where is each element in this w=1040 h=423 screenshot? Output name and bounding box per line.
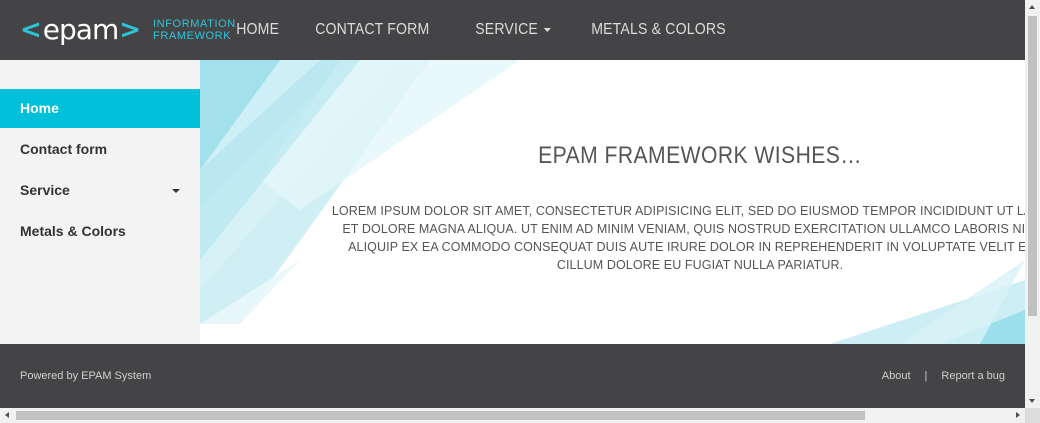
scrollbar-corner: [1025, 408, 1040, 423]
footer-separator: |: [924, 370, 928, 382]
nav-item-label: METALS & COLORS: [591, 21, 726, 38]
caret-down-icon: [543, 28, 551, 32]
footer-powered-by: Powered by EPAM System: [20, 370, 152, 382]
sidebar-item-label: Service: [20, 182, 70, 198]
vertical-scrollbar[interactable]: [1025, 0, 1040, 408]
sidebar-item-home[interactable]: Home: [0, 89, 200, 128]
scroll-up-icon[interactable]: [1029, 5, 1035, 9]
main-content: EPAM FRAMEWORK WISHES… LOREM IPSUM DOLOR…: [200, 60, 1025, 344]
page: < epam > INFORMATION FRAMEWORK HOME CONT…: [0, 0, 1040, 423]
sidebar-item-metals-colors[interactable]: Metals & Colors: [0, 212, 200, 251]
nav-item-label: HOME: [236, 21, 280, 38]
sidebar-item-service[interactable]: Service: [0, 171, 200, 210]
scroll-right-icon[interactable]: [1016, 412, 1020, 418]
footer-links: About | Report a bug: [882, 368, 1005, 384]
vertical-scroll-thumb[interactable]: [1028, 16, 1037, 316]
caret-down-icon: [172, 189, 180, 193]
logo-mark: < epam >: [20, 12, 141, 48]
horizontal-scrollbar[interactable]: [0, 408, 1025, 423]
sidebar-item-label: Contact form: [20, 141, 108, 157]
sidebar-item-label: Metals & Colors: [20, 223, 126, 239]
header: < epam > INFORMATION FRAMEWORK HOME CONT…: [0, 0, 1025, 60]
sidebar: Home Contact form Service Metals & Color…: [0, 60, 200, 344]
nav-item-service[interactable]: SERVICE: [462, 0, 564, 60]
epam-logo[interactable]: < epam > INFORMATION FRAMEWORK: [20, 12, 236, 48]
nav-item-contact-form[interactable]: CONTACT FORM: [302, 0, 443, 60]
footer: Powered by EPAM System About | Report a …: [0, 344, 1025, 408]
horizontal-scroll-thumb[interactable]: [16, 411, 865, 420]
scroll-down-icon[interactable]: [1029, 399, 1035, 403]
nav-item-home[interactable]: HOME: [223, 0, 292, 60]
logo-left-bracket-icon: <: [20, 15, 42, 45]
sidebar-item-label: Home: [20, 100, 59, 116]
nav-item-metals-colors[interactable]: METALS & COLORS: [578, 0, 739, 60]
footer-link-report-bug[interactable]: Report a bug: [941, 368, 1005, 384]
sidebar-item-contact-form[interactable]: Contact form: [0, 130, 200, 169]
nav-item-label: SERVICE: [474, 21, 538, 38]
nav-item-label: CONTACT FORM: [315, 21, 430, 38]
footer-link-about[interactable]: About: [882, 368, 911, 384]
page-title: EPAM FRAMEWORK WISHES…: [538, 142, 862, 169]
main-text: LOREM IPSUM DOLOR SIT AMET, CONSECTETUR …: [331, 204, 1025, 272]
logo-word: epam: [42, 13, 119, 46]
top-nav: HOME CONTACT FORM SERVICE METALS & COLOR…: [223, 0, 761, 60]
scroll-left-icon[interactable]: [5, 412, 9, 418]
logo-right-bracket-icon: >: [119, 15, 142, 45]
